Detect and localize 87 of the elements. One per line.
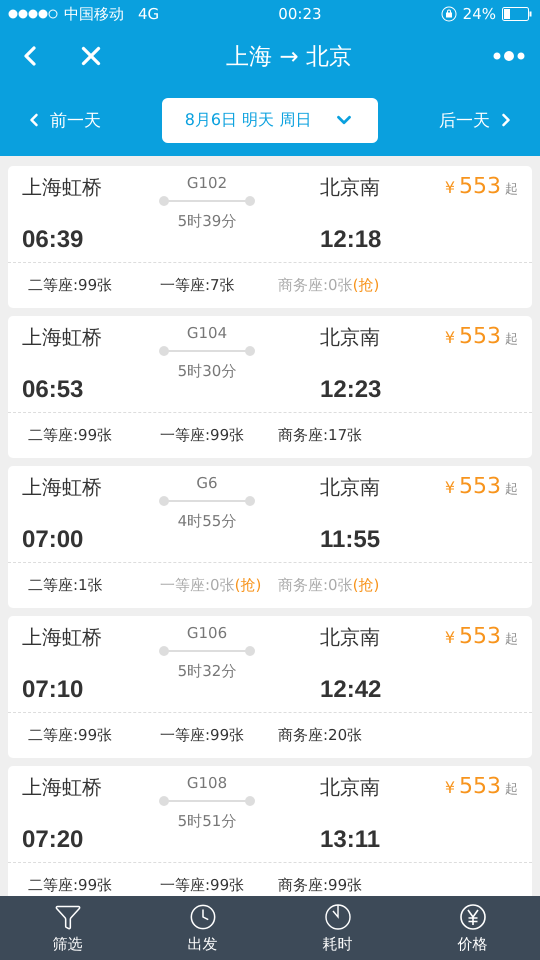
departure-time: 07:20: [22, 826, 84, 854]
seat-availability: 一等座:99张: [160, 726, 246, 745]
signal-icon: [8, 9, 58, 19]
arrival-station: 北京南: [320, 624, 381, 651]
seat-availability: 商务座:0张(抢): [278, 276, 380, 295]
carrier-text: 中国移动: [64, 4, 124, 24]
seat-availability: 商务座:17张: [278, 426, 364, 445]
price-suffix: 起: [505, 631, 518, 648]
travel-duration: 5时51分: [178, 812, 236, 831]
yen-icon: [458, 902, 486, 930]
arrival-station: 北京南: [320, 174, 381, 201]
arrival-station: 北京南: [320, 474, 381, 501]
train-number: G106: [186, 624, 228, 642]
price-suffix: 起: [505, 181, 518, 198]
currency-sign: ¥: [444, 328, 455, 347]
sort-tab[interactable]: 耗时: [270, 896, 405, 960]
train-card[interactable]: 上海虹桥 06:53 G104 5时30分 北京南 12:23 ¥ 553 起 二等座:99张 一等座:99张 商务座:17张: [8, 316, 532, 458]
seat-availability: 一等座:99张: [160, 876, 246, 895]
seat-availability: 一等座:7张: [160, 276, 236, 295]
departure-time: 06:53: [22, 376, 84, 404]
clock-text: 00:23: [278, 5, 322, 23]
travel-duration: 5时39分: [178, 212, 236, 231]
network-text: 4G: [138, 5, 160, 23]
currency-sign: ¥: [444, 478, 455, 497]
route-line-icon: [159, 496, 255, 506]
departure-station: 上海虹桥: [22, 474, 103, 501]
arrival-time: 13:11: [320, 826, 382, 854]
train-number: G108: [186, 774, 228, 792]
train-number: G6: [196, 474, 218, 492]
departure-time: 07:10: [22, 676, 84, 704]
route-title: 上海 → 北京: [225, 42, 353, 72]
arrival-station: 北京南: [320, 324, 381, 351]
more-icon[interactable]: [492, 50, 526, 62]
train-number: G102: [186, 174, 228, 192]
seat-availability: 二等座:99张: [28, 276, 114, 295]
departure-station: 上海虹桥: [22, 624, 103, 651]
travel-duration: 5时30分: [178, 362, 236, 381]
battery-text: 24%: [462, 5, 496, 23]
seat-availability: 一等座:0张(抢): [160, 576, 262, 595]
departure-station: 上海虹桥: [22, 174, 103, 201]
seat-availability: 二等座:99张: [28, 876, 114, 895]
train-number: G104: [186, 324, 228, 342]
sort-tab[interactable]: 价格: [405, 896, 540, 960]
seat-availability: 二等座:99张: [28, 726, 114, 745]
train-card[interactable]: 上海虹桥 07:20 G108 5时51分 北京南 13:11 ¥ 553 起 二等座:99张 一等座:99张 商务座:99张: [8, 766, 532, 896]
departure-station: 上海虹桥: [22, 774, 103, 801]
rotation-lock-icon: [440, 6, 457, 22]
price-suffix: 起: [505, 331, 518, 348]
seat-availability: 二等座:99张: [28, 426, 114, 445]
sort-tab[interactable]: 出发: [135, 896, 270, 960]
train-card[interactable]: 上海虹桥 07:00 G6 4时55分 北京南 11:55 ¥ 553 起 二等座:1张 一等座:0张(抢) 商务座:0张(抢): [8, 466, 532, 608]
route-line-icon: [159, 346, 255, 356]
train-card[interactable]: 上海虹桥 06:39 G102 5时39分 北京南 12:18 ¥ 553 起 二等座:99张 一等座:7张 商务座:0张(抢): [8, 166, 532, 308]
arrival-station: 北京南: [320, 774, 381, 801]
ticket-price: 553: [459, 474, 501, 499]
ticket-price: 553: [459, 624, 501, 649]
travel-duration: 5时32分: [178, 662, 236, 681]
ticket-price: 553: [459, 174, 501, 199]
seat-availability: 商务座:0张(抢): [278, 576, 380, 595]
clock-icon: [188, 902, 216, 930]
seat-availability: 二等座:1张: [28, 576, 104, 595]
route-line-icon: [159, 646, 255, 656]
seat-availability: 商务座:99张: [278, 876, 364, 895]
ticket-price: 553: [459, 324, 501, 349]
arrival-time: 11:55: [320, 526, 382, 554]
seat-availability: 一等座:99张: [160, 426, 246, 445]
stopwatch-icon: [324, 902, 352, 930]
departure-time: 07:00: [22, 526, 84, 554]
travel-duration: 4时55分: [178, 512, 236, 531]
ticket-price: 553: [459, 774, 501, 799]
battery-icon: [502, 7, 532, 21]
arrival-time: 12:23: [320, 376, 382, 404]
seat-availability: 商务座:20张: [278, 726, 364, 745]
sort-tab[interactable]: 筛选: [0, 896, 135, 960]
price-suffix: 起: [505, 481, 518, 498]
route-line-icon: [159, 196, 255, 206]
arrival-time: 12:42: [320, 676, 382, 704]
currency-sign: ¥: [444, 178, 455, 197]
train-card[interactable]: 上海虹桥 07:10 G106 5时32分 北京南 12:42 ¥ 553 起 二等座:99张 一等座:99张 商务座:20张: [8, 616, 532, 758]
price-suffix: 起: [505, 781, 518, 798]
route-line-icon: [159, 796, 255, 806]
currency-sign: ¥: [444, 628, 455, 647]
departure-time: 06:39: [22, 226, 84, 254]
departure-station: 上海虹桥: [22, 324, 103, 351]
currency-sign: ¥: [444, 778, 455, 797]
filter-icon: [54, 902, 82, 930]
arrival-time: 12:18: [320, 226, 382, 254]
